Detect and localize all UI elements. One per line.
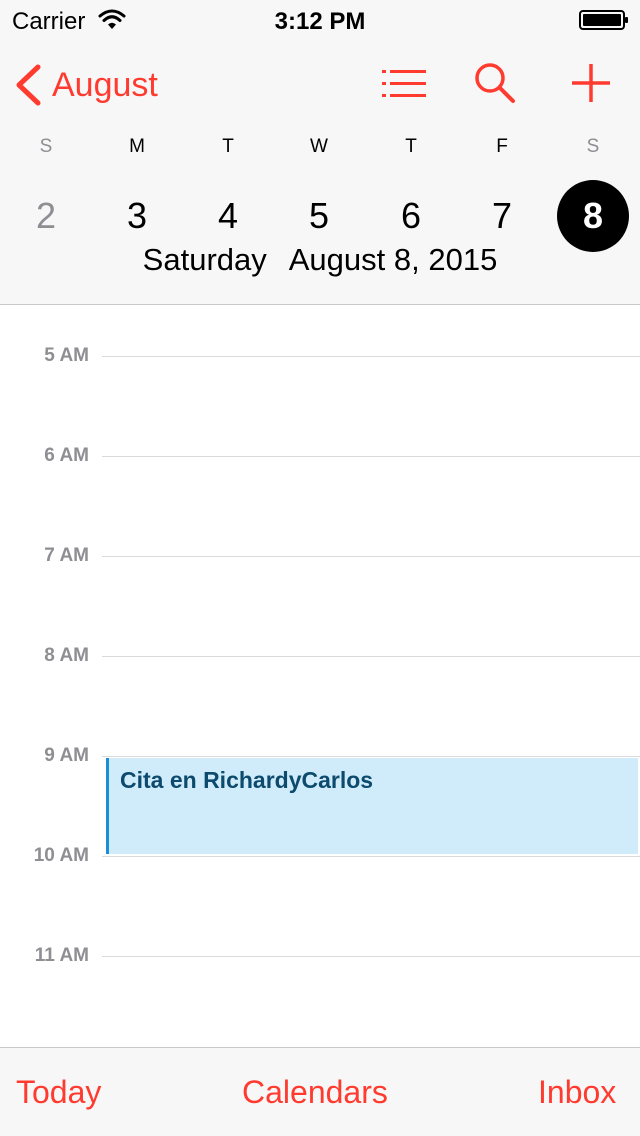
calendar-event[interactable]: Cita en RichardyCarlos: [106, 758, 638, 854]
selected-date-label: Saturday August 8, 2015: [0, 242, 640, 278]
hour-label: 9 AM: [44, 745, 89, 766]
day-timeline[interactable]: 5 AM 6 AM 7 AM 8 AM 9 AM 10 AM 11 AM Cit…: [0, 305, 640, 1047]
back-label: August: [52, 65, 158, 104]
hour-label: 6 AM: [44, 445, 89, 466]
plus-icon[interactable]: [570, 62, 612, 104]
hour-label: 11 AM: [34, 945, 89, 966]
hour-divider: [102, 356, 640, 357]
weekday-label-thursday: T: [405, 136, 417, 157]
event-title: Cita en RichardyCarlos: [120, 767, 374, 793]
hour-label: 10 AM: [33, 845, 89, 866]
weekday-label-wednesday: W: [310, 136, 328, 157]
hour-label: 8 AM: [44, 645, 89, 666]
hour-divider: [102, 856, 640, 857]
selected-full-date: August 8, 2015: [288, 242, 498, 277]
weekday-label-friday: F: [496, 136, 508, 157]
status-time: 3:12 PM: [274, 8, 366, 35]
back-to-month-button[interactable]: August: [14, 62, 158, 108]
hour-label: 7 AM: [44, 545, 89, 566]
calendars-button[interactable]: Calendars: [242, 1074, 388, 1111]
calendar-day-screen: Carrier 3:12 PM August S M T W T F S 2 3…: [0, 0, 640, 1136]
chevron-left-icon: [16, 64, 41, 106]
hour-divider: [102, 456, 640, 457]
hour-divider: [102, 556, 640, 557]
calendar-header: August S M T W T F S 2 3 4 5 6 7 8 Satur…: [0, 40, 640, 305]
weekday-label-saturday: S: [586, 136, 600, 157]
weekday-label-sunday: S: [39, 136, 53, 157]
list-icon[interactable]: [380, 64, 428, 104]
today-button[interactable]: Today: [16, 1074, 101, 1111]
search-icon[interactable]: [472, 60, 518, 106]
inbox-button[interactable]: Inbox: [538, 1074, 616, 1111]
weekday-label-tuesday: T: [222, 136, 234, 157]
selected-weekday: Saturday: [142, 242, 267, 277]
battery-full-icon: [579, 10, 628, 30]
weekday-label-monday: M: [129, 136, 145, 157]
hour-label: 5 AM: [44, 345, 89, 366]
status-bar: Carrier 3:12 PM: [0, 0, 640, 40]
bottom-toolbar: Today Calendars Inbox: [0, 1047, 640, 1136]
hour-divider: [102, 656, 640, 657]
hour-divider: [102, 956, 640, 957]
hour-divider: [102, 756, 640, 757]
